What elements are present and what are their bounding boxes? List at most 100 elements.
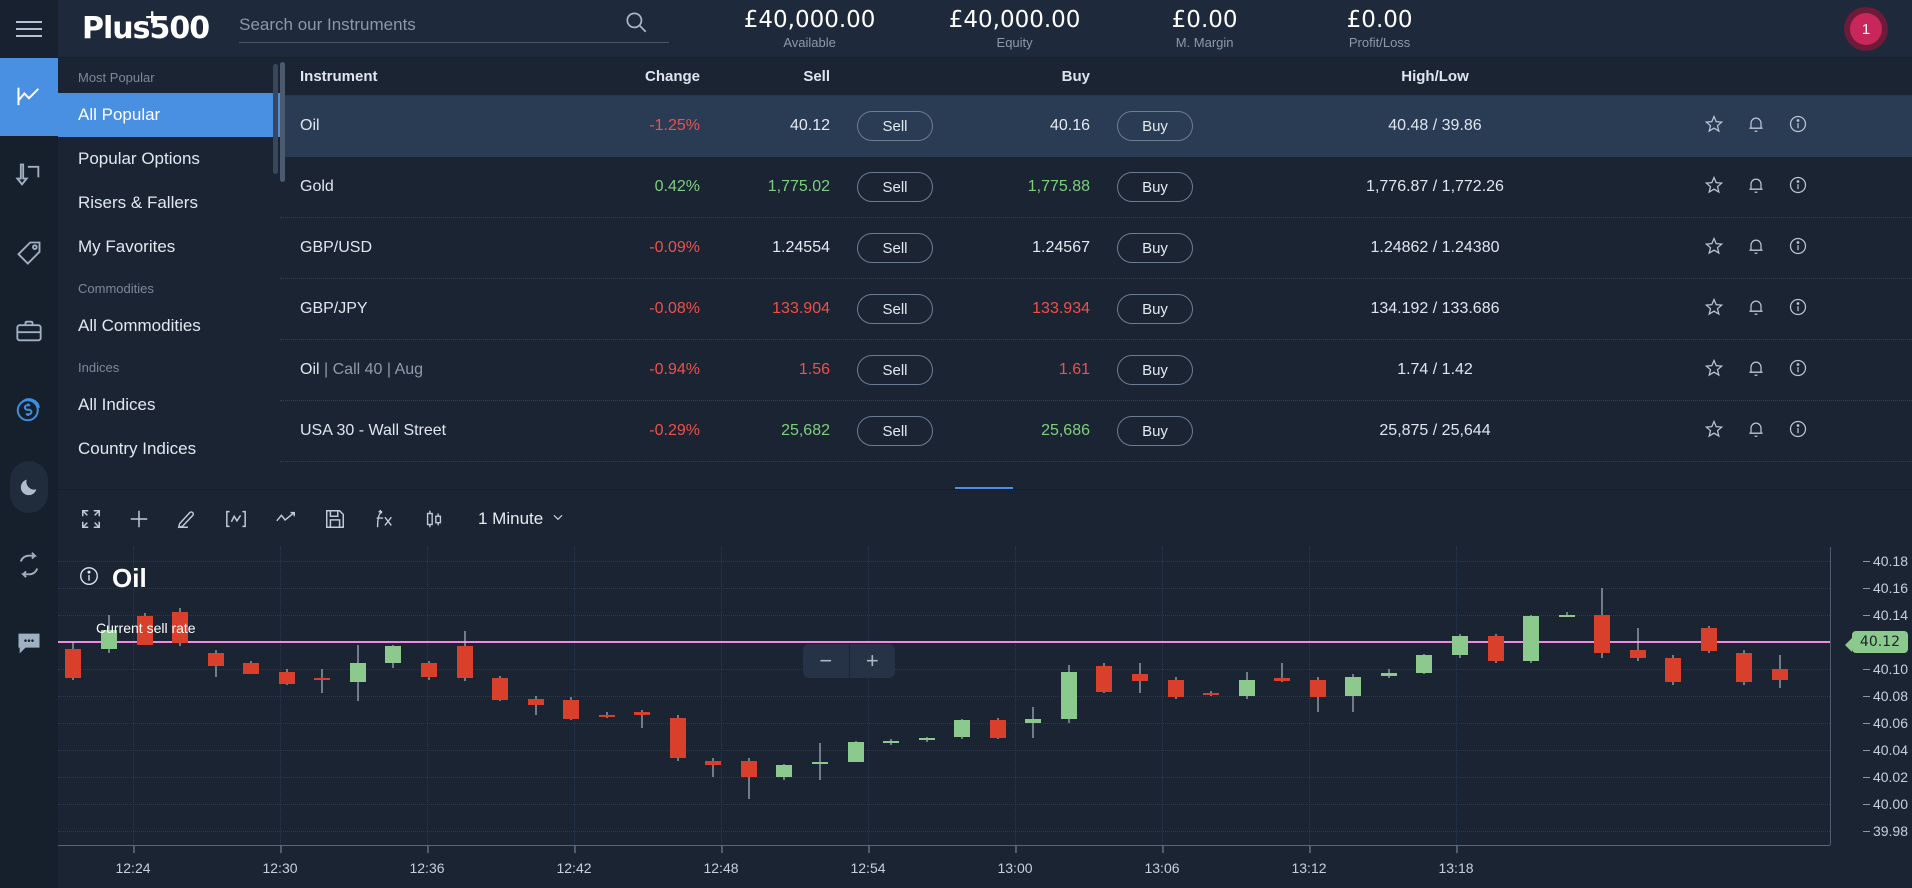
star-icon[interactable]: [1704, 114, 1724, 139]
rail-item-tag[interactable]: [0, 214, 58, 292]
bell-icon[interactable]: [1746, 175, 1766, 200]
candlestick: [1309, 547, 1326, 845]
table-row[interactable]: Oil -1.25% 40.12 Sell 40.16 Buy 40.48 / 39.86: [280, 96, 1912, 157]
price-chart[interactable]: Oil Current sell rate − + 40.18 40.16 40.1…: [58, 547, 1912, 888]
save-icon[interactable]: [324, 508, 346, 530]
search-icon[interactable]: [623, 9, 649, 40]
sidebar-scrollbar[interactable]: [273, 64, 278, 174]
sell-button[interactable]: Sell: [857, 172, 933, 202]
cell-change: -1.25%: [649, 117, 700, 134]
sidebar-item-popular-options[interactable]: Popular Options: [58, 137, 280, 181]
search-input[interactable]: [239, 14, 630, 35]
moon-icon[interactable]: [10, 461, 48, 513]
table-row[interactable]: USA 30 - Wall Street -0.29% 25,682 Sell 25,6…: [280, 401, 1912, 462]
bell-icon[interactable]: [1746, 358, 1766, 383]
search-box[interactable]: [239, 11, 670, 43]
y-axis-tick: 40.04: [1862, 742, 1908, 758]
sell-button[interactable]: Sell: [857, 111, 933, 141]
cell-buy-price: 25,686: [1041, 422, 1090, 439]
rail-item-switch-account[interactable]: [0, 526, 58, 604]
candlestick: [883, 547, 900, 845]
cell-high-low: 1,776.87 / 1,772.26: [1366, 178, 1504, 195]
star-icon[interactable]: [1704, 236, 1724, 261]
formula-fx-icon[interactable]: [372, 508, 396, 530]
sidebar-item-all-popular[interactable]: All Popular: [58, 93, 280, 137]
y-axis-tick: 40.18: [1862, 553, 1908, 569]
rail-item-transfer[interactable]: [0, 136, 58, 214]
crosshair-icon[interactable]: [128, 508, 150, 530]
sidebar-item-country-indices[interactable]: Country Indices: [58, 427, 280, 471]
bell-icon[interactable]: [1746, 236, 1766, 261]
zoom-out-button[interactable]: −: [803, 644, 850, 678]
rail-item-dark-mode[interactable]: [0, 448, 58, 526]
table-row[interactable]: GBP/USD -0.09% 1.24554 Sell 1.24567 Buy 1.2486…: [280, 218, 1912, 279]
buy-button[interactable]: Buy: [1117, 294, 1193, 324]
buy-button[interactable]: Buy: [1117, 416, 1193, 446]
buy-button[interactable]: Buy: [1117, 233, 1193, 263]
sidebar-item-all-commodities[interactable]: All Commodities: [58, 304, 280, 348]
cell-instrument: Oil | Call 40 | Aug: [300, 361, 424, 378]
info-icon[interactable]: [1788, 358, 1808, 383]
sell-button[interactable]: Sell: [857, 233, 933, 263]
rail-item-funds[interactable]: [0, 370, 58, 448]
indicator-brackets-icon[interactable]: [224, 508, 248, 530]
candlestick: [989, 547, 1006, 845]
info-icon[interactable]: [1788, 175, 1808, 200]
rail-item-portfolio[interactable]: [0, 292, 58, 370]
sidebar-item-all-indices[interactable]: All Indices: [58, 383, 280, 427]
buy-button[interactable]: Buy: [1117, 172, 1193, 202]
chevron-down-icon: [551, 509, 565, 529]
info-icon[interactable]: [1788, 236, 1808, 261]
bell-icon[interactable]: [1746, 419, 1766, 444]
timeframe-selector[interactable]: 1 Minute: [478, 509, 565, 529]
candlestick: [1096, 547, 1113, 845]
balance-amount: £0.00: [1171, 7, 1238, 33]
column-header-change: Change: [644, 68, 700, 85]
candlestick: [1238, 547, 1255, 845]
star-icon[interactable]: [1704, 358, 1724, 383]
table-scrollbar[interactable]: [280, 62, 285, 182]
balance-amount: £0.00: [1346, 7, 1413, 33]
cell-change: -0.29%: [649, 422, 700, 439]
zoom-in-button[interactable]: +: [850, 644, 896, 678]
rail-item-trade[interactable]: [0, 58, 58, 136]
sidebar-item-my-favorites[interactable]: My Favorites: [58, 225, 280, 269]
candlestick-type-icon[interactable]: [422, 508, 446, 530]
y-axis-tick: 40.14: [1862, 607, 1908, 623]
chart-plot-area[interactable]: Oil Current sell rate − +: [58, 547, 1830, 845]
star-icon[interactable]: [1704, 419, 1724, 444]
avatar[interactable]: 1: [1844, 7, 1888, 51]
candlestick: [1700, 547, 1717, 845]
balance-amount: £40,000.00: [948, 7, 1081, 33]
info-icon[interactable]: [78, 565, 100, 592]
bell-icon[interactable]: [1746, 114, 1766, 139]
info-icon[interactable]: [1788, 419, 1808, 444]
table-row[interactable]: Gold 0.42% 1,775.02 Sell 1,775.88 Buy 1,776.87…: [280, 157, 1912, 218]
sell-button[interactable]: Sell: [857, 355, 933, 385]
sell-button[interactable]: Sell: [857, 294, 933, 324]
table-row[interactable]: Oil | Call 40 | Aug -0.94% 1.56 Sell 1.61 Buy…: [280, 340, 1912, 401]
star-icon[interactable]: [1704, 175, 1724, 200]
buy-button[interactable]: Buy: [1117, 111, 1193, 141]
column-header-instrument: Instrument: [300, 68, 378, 85]
candlestick: [420, 547, 437, 845]
bell-icon[interactable]: [1746, 297, 1766, 322]
fullscreen-icon[interactable]: [80, 508, 102, 530]
sidebar-item-risers-fallers[interactable]: Risers & Fallers: [58, 181, 280, 225]
cell-high-low: 134.192 / 133.686: [1370, 300, 1500, 317]
hamburger-icon[interactable]: [0, 0, 58, 58]
draw-pencil-icon[interactable]: [176, 508, 198, 530]
app-header: + Plus500 £40,000.00 Available £40,000.0…: [0, 0, 1912, 58]
info-icon[interactable]: [1788, 297, 1808, 322]
table-row[interactable]: GBP/JPY -0.08% 133.904 Sell 133.934 Buy 134.19…: [280, 279, 1912, 340]
chart-title: Oil: [78, 563, 147, 594]
trend-line-icon[interactable]: [274, 508, 298, 530]
rail-item-chat[interactable]: [0, 604, 58, 682]
gridline: [1015, 547, 1016, 845]
info-icon[interactable]: [1788, 114, 1808, 139]
candlestick: [1771, 547, 1788, 845]
star-icon[interactable]: [1704, 297, 1724, 322]
table-header-row: Instrument Change Sell Buy High/Low: [280, 58, 1912, 96]
buy-button[interactable]: Buy: [1117, 355, 1193, 385]
sell-button[interactable]: Sell: [857, 416, 933, 446]
